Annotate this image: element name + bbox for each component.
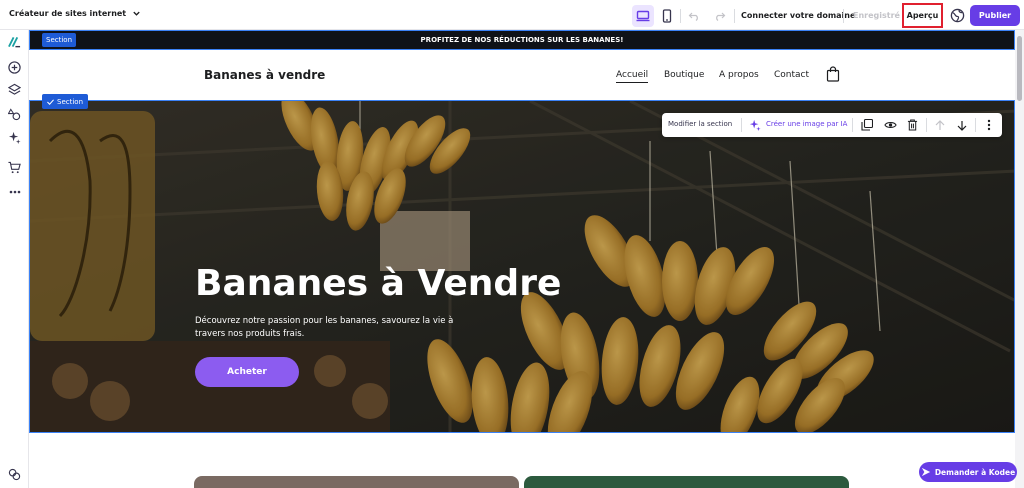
logo-icon: [8, 36, 21, 47]
product-card-image[interactable]: [524, 476, 849, 488]
divider: [852, 118, 853, 132]
site-header[interactable]: Bananes à vendre Accueil Boutique A prop…: [29, 50, 1015, 101]
canvas-scrollbar[interactable]: [1015, 30, 1024, 488]
publish-label: Publier: [978, 11, 1012, 20]
divider: [926, 118, 927, 132]
nav-item-a-propos[interactable]: A propos: [719, 70, 759, 80]
move-up-button[interactable]: [933, 118, 947, 132]
more-options-button[interactable]: [982, 118, 996, 132]
mobile-icon: [662, 9, 672, 23]
more-vertical-icon: [987, 119, 991, 131]
promo-text: PROFITEZ DE NOS RÉDUCTIONS SUR LES BANAN…: [420, 36, 624, 44]
section-badge-label: Section: [46, 36, 73, 44]
duplicate-button[interactable]: [860, 118, 874, 132]
site-brand[interactable]: Bananes à vendre: [204, 68, 325, 82]
undo-icon: [688, 12, 698, 21]
section-toolbar: Modifier la section Créer une image par …: [662, 113, 1002, 137]
promo-banner[interactable]: PROFITEZ DE NOS RÉDUCTIONS SUR LES BANAN…: [29, 30, 1015, 50]
more-horizontal-icon: [9, 190, 20, 193]
trash-icon: [907, 119, 917, 131]
buy-button-label: Acheter: [227, 367, 267, 377]
ask-kodee-button[interactable]: Demander à Kodee: [919, 462, 1017, 482]
connect-domain-button[interactable]: Connecter votre domaine: [741, 11, 855, 20]
language-button[interactable]: [950, 8, 965, 23]
chevron-down-icon: [133, 11, 140, 16]
copy-icon: [861, 119, 873, 131]
eye-icon: [883, 122, 897, 128]
nav-item-accueil[interactable]: Accueil: [616, 70, 649, 83]
divider: [741, 118, 742, 132]
ai-image-icon-wrap: [748, 118, 762, 132]
ask-kodee-label: Demander à Kodee: [934, 467, 1016, 477]
redo-button[interactable]: [712, 8, 728, 24]
more-button[interactable]: [7, 184, 22, 199]
arrow-up-icon: [935, 119, 945, 130]
app-title: Créateur de sites internet: [9, 9, 127, 18]
delete-button[interactable]: [905, 118, 919, 132]
divider: [734, 9, 735, 23]
visibility-button[interactable]: [883, 118, 897, 132]
divider: [843, 9, 844, 23]
help-icon: [8, 468, 21, 481]
move-down-button[interactable]: [955, 118, 969, 132]
preview-label: Aperçu: [906, 11, 939, 20]
store-button[interactable]: [7, 160, 22, 175]
plus-circle-icon: [8, 61, 21, 74]
create-ai-image-button[interactable]: Créer une image par IA: [766, 120, 847, 128]
redo-icon: [716, 12, 726, 21]
editor-canvas[interactable]: PROFITEZ DE NOS RÉDUCTIONS SUR LES BANAN…: [29, 30, 1015, 488]
styles-button[interactable]: [7, 107, 22, 122]
layers-icon: [8, 83, 21, 95]
globe-icon: [950, 8, 965, 23]
buy-button[interactable]: Acheter: [195, 357, 299, 387]
ai-tools-button[interactable]: [7, 130, 22, 145]
sparkles-icon: [8, 131, 21, 144]
nav-item-contact[interactable]: Contact: [774, 70, 809, 80]
layers-button[interactable]: [7, 82, 22, 97]
app-title-menu[interactable]: Créateur de sites internet: [9, 9, 141, 18]
edit-section-button[interactable]: Modifier la section: [668, 120, 732, 128]
hero-section-badge-label: Section: [57, 97, 84, 106]
cart-icon: [8, 161, 21, 174]
hostinger-logo-button[interactable]: [7, 34, 22, 49]
top-toolbar: Créateur de sites internet Connecter vot…: [0, 0, 1024, 30]
divider: [975, 118, 976, 132]
desktop-view-button[interactable]: [632, 5, 654, 27]
nav-item-boutique[interactable]: Boutique: [664, 70, 704, 80]
left-sidebar: [0, 30, 29, 488]
scrollbar-thumb[interactable]: [1017, 36, 1022, 101]
shopping-bag-button[interactable]: [826, 66, 840, 82]
undo-button[interactable]: [686, 8, 702, 24]
product-card-image[interactable]: [194, 476, 519, 488]
arrow-down-icon: [957, 120, 967, 131]
desktop-icon: [636, 10, 650, 22]
shopping-bag-icon: [826, 66, 840, 82]
hero-section[interactable]: Bananes à Vendre Découvrez notre passion…: [29, 100, 1015, 433]
shapes-icon: [8, 108, 21, 121]
divider: [680, 9, 681, 23]
kodee-icon: [921, 467, 930, 477]
sparkles-icon: [749, 119, 761, 131]
hero-title[interactable]: Bananes à Vendre: [195, 263, 561, 304]
preview-button[interactable]: Aperçu: [902, 3, 943, 28]
section-badge[interactable]: Section: [42, 33, 77, 47]
add-element-button[interactable]: [7, 60, 22, 75]
saved-status: Enregistré: [853, 11, 900, 20]
hero-description[interactable]: Découvrez notre passion pour les bananes…: [195, 315, 475, 341]
publish-button[interactable]: Publier: [970, 5, 1020, 26]
check-icon: [47, 98, 54, 105]
help-button[interactable]: [7, 467, 22, 482]
hero-section-badge[interactable]: Section: [42, 94, 89, 109]
mobile-view-button[interactable]: [656, 5, 678, 27]
